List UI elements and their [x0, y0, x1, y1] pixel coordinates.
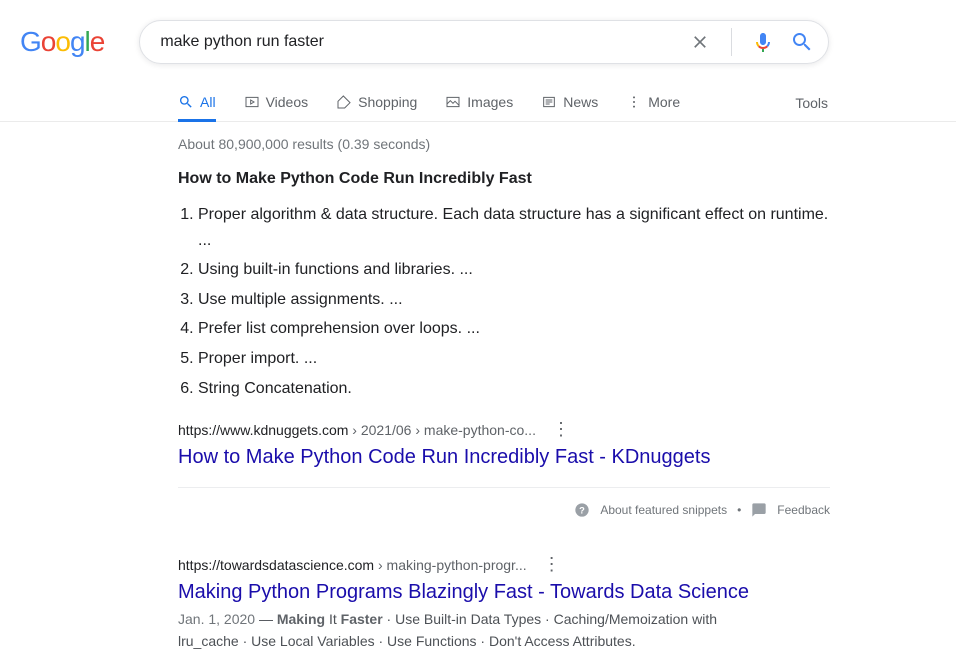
help-icon: ? — [574, 502, 590, 518]
search-icon — [178, 94, 194, 110]
tools-button[interactable]: Tools — [795, 85, 828, 121]
snippet-list: Proper algorithm & data structure. Each … — [178, 202, 830, 401]
more-icon — [626, 94, 642, 110]
tab-all[interactable]: All — [178, 84, 216, 121]
tab-news[interactable]: News — [541, 84, 598, 121]
news-icon — [541, 94, 557, 110]
tab-label: All — [200, 94, 216, 110]
voice-search-icon[interactable] — [751, 30, 775, 54]
search-box — [139, 20, 829, 64]
search-result: https://towardsdatascience.com › making-… — [178, 554, 830, 652]
result-description: Jan. 1, 2020 — Making It Faster · Use Bu… — [178, 608, 778, 652]
list-item: Using built-in functions and libraries. … — [198, 257, 830, 283]
featured-snippet: How to Make Python Code Run Incredibly F… — [178, 170, 830, 401]
result-title[interactable]: How to Make Python Code Run Incredibly F… — [178, 446, 830, 469]
search-icon[interactable] — [790, 30, 814, 54]
tab-label: More — [648, 94, 680, 110]
google-logo[interactable]: Google — [20, 26, 104, 58]
list-item: Use multiple assignments. ... — [198, 287, 830, 313]
separator: • — [737, 503, 741, 517]
feedback-link[interactable]: Feedback — [777, 503, 830, 517]
tab-shopping[interactable]: Shopping — [336, 84, 417, 121]
video-icon — [244, 94, 260, 110]
search-result: https://www.kdnuggets.com › 2021/06 › ma… — [178, 419, 830, 469]
feedback-icon — [751, 502, 767, 518]
divider — [731, 28, 732, 56]
result-title[interactable]: Making Python Programs Blazingly Fast - … — [178, 581, 830, 604]
result-menu-icon[interactable]: ⋮ — [548, 419, 574, 440]
search-input[interactable] — [160, 33, 688, 51]
svg-text:?: ? — [579, 505, 585, 515]
list-item: Proper import. ... — [198, 346, 830, 372]
clear-icon[interactable] — [688, 30, 712, 54]
list-item: Proper algorithm & data structure. Each … — [198, 202, 830, 253]
snippet-footer: ? About featured snippets • Feedback — [178, 487, 830, 518]
result-url[interactable]: https://towardsdatascience.com › making-… — [178, 554, 830, 575]
list-item: String Concatenation. — [198, 376, 830, 402]
result-url[interactable]: https://www.kdnuggets.com › 2021/06 › ma… — [178, 419, 830, 440]
list-item: Prefer list comprehension over loops. ..… — [198, 316, 830, 342]
shopping-icon — [336, 94, 352, 110]
result-stats: About 80,900,000 results (0.39 seconds) — [178, 122, 830, 170]
tab-label: Shopping — [358, 94, 417, 110]
tab-label: News — [563, 94, 598, 110]
snippet-title: How to Make Python Code Run Incredibly F… — [178, 170, 830, 188]
tab-videos[interactable]: Videos — [244, 84, 309, 121]
about-snippets-link[interactable]: About featured snippets — [600, 503, 727, 517]
tab-images[interactable]: Images — [445, 84, 513, 121]
tab-label: Images — [467, 94, 513, 110]
tab-more[interactable]: More — [626, 84, 680, 121]
tab-label: Videos — [266, 94, 309, 110]
result-menu-icon[interactable]: ⋮ — [539, 554, 565, 575]
image-icon — [445, 94, 461, 110]
